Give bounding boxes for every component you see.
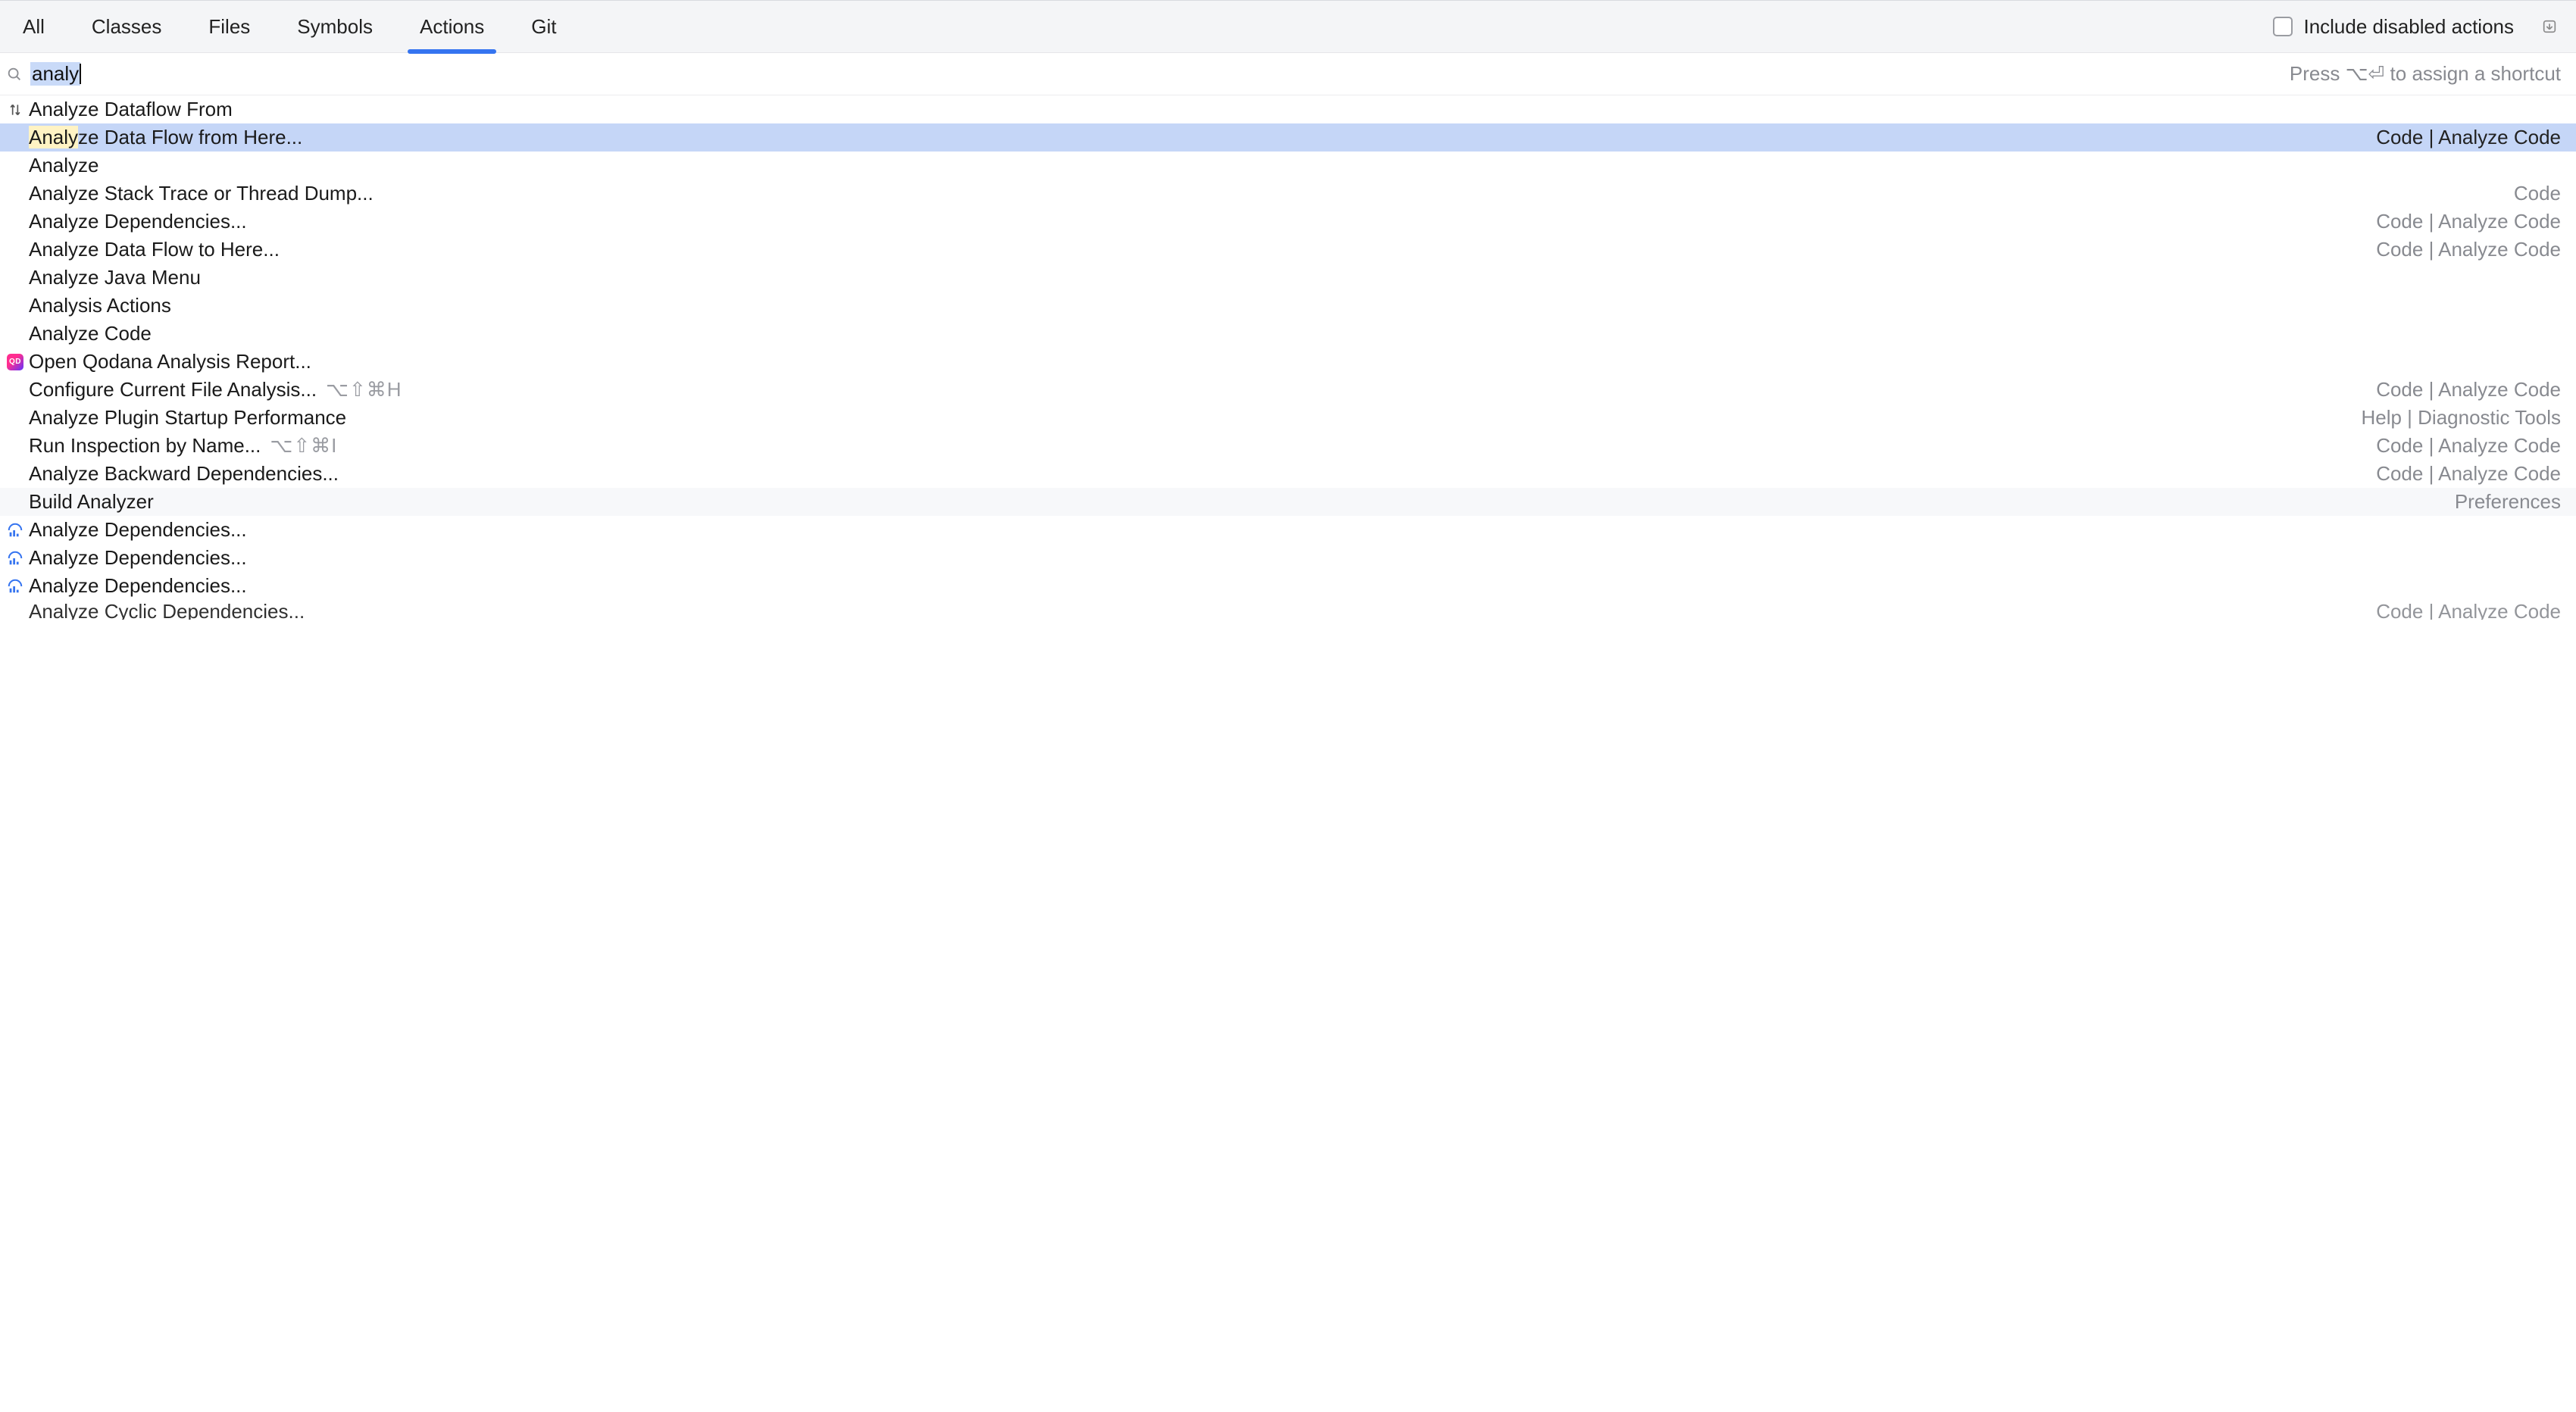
result-label: Analyze Dependencies... [29,210,247,233]
result-row[interactable]: Analyze Plugin Startup Performance Help |… [0,404,2576,432]
search-icon [6,66,23,83]
result-row[interactable]: Analyze Data Flow to Here... Code | Analy… [0,236,2576,264]
result-label: Analyze Plugin Startup Performance [29,406,346,430]
result-label: Analysis Actions [29,294,171,317]
result-label: Analyze Dependencies... [29,518,247,542]
result-path: Code | Analyze Code [2376,434,2561,458]
result-row[interactable]: Analyze Dataflow From [0,95,2576,123]
result-row[interactable]: Run Inspection by Name... ⌥⇧⌘I Code | Anal… [0,432,2576,460]
result-row[interactable]: Analyze [0,152,2576,180]
result-row[interactable]: Analyze Dependencies... Code | Analyze Co… [0,208,2576,236]
result-row[interactable]: Analyze Java Menu [0,264,2576,292]
qodana-icon [6,353,24,371]
analyze-dependencies-icon [6,549,24,567]
result-path: Code | Analyze Code [2376,600,2561,620]
result-label: Analyze Dependencies... [29,574,247,598]
result-label: Build Analyzer [29,490,154,514]
include-disabled-label: Include disabled actions [2303,15,2514,39]
results-list: Analyze Dataflow FromAnalyze Data Flow f… [0,95,2576,620]
result-path: Code [2514,182,2561,205]
result-label: Analyze Stack Trace or Thread Dump... [29,182,374,205]
result-path: Help | Diagnostic Tools [2361,406,2561,430]
assign-shortcut-hint: Press ⌥⏎ to assign a shortcut [2290,62,2561,86]
result-label: Analyze Backward Dependencies... [29,462,339,486]
result-label: Configure Current File Analysis... [29,378,317,401]
result-row[interactable]: Analyze Backward Dependencies... Code | A… [0,460,2576,488]
include-disabled-checkbox[interactable] [2273,17,2293,36]
result-label: Analyze Data Flow to Here... [29,238,280,261]
result-path: Code | Analyze Code [2376,462,2561,486]
result-shortcut: ⌥⇧⌘I [270,434,337,458]
result-label: Analyze Dataflow From [29,98,233,121]
result-path: Code | Analyze Code [2376,210,2561,233]
result-path: Code | Analyze Code [2376,238,2561,261]
result-label: Analyze Dependencies... [29,546,247,570]
result-label: Run Inspection by Name... [29,434,261,458]
result-label: Open Qodana Analysis Report... [29,350,311,373]
sort-icon [6,101,24,119]
match-highlight: Analy [29,126,78,148]
result-row[interactable]: Analyze Data Flow from Here... Code | Ana… [0,123,2576,152]
result-row[interactable]: Analysis Actions [0,292,2576,320]
analyze-dependencies-icon [6,521,24,539]
search-input[interactable]: analy [30,62,2290,86]
result-path: Preferences [2455,490,2561,514]
result-row[interactable]: Analyze Dependencies... [0,516,2576,544]
result-path: Code | Analyze Code [2376,378,2561,401]
search-row: analy Press ⌥⏎ to assign a shortcut [0,53,2576,95]
result-row[interactable]: Open Qodana Analysis Report... [0,348,2576,376]
result-row[interactable]: Analyze Dependencies... [0,544,2576,572]
result-label: Analyze [29,154,99,177]
tab-bar: All Classes Files Symbols Actions Git In… [0,0,2576,53]
result-row[interactable]: Build Analyzer Preferences [0,488,2576,516]
result-row[interactable]: Analyze Dependencies... [0,572,2576,600]
result-label: Analyze Data Flow from Here... [29,126,302,149]
pin-icon[interactable] [2538,15,2561,38]
result-path: Code | Analyze Code [2376,126,2561,149]
result-label: Analyze Cyclic Dependencies... [29,600,305,620]
result-row[interactable]: Analyze Stack Trace or Thread Dump... Cod… [0,180,2576,208]
tab-classes[interactable]: Classes [90,0,163,53]
search-value: analy [32,62,79,85]
analyze-dependencies-icon [6,577,24,595]
result-label: Analyze Java Menu [29,266,201,289]
result-shortcut: ⌥⇧⌘H [326,378,402,401]
result-row[interactable]: Configure Current File Analysis... ⌥⇧⌘H Co… [0,376,2576,404]
tab-all[interactable]: All [21,0,46,53]
tab-git[interactable]: Git [530,0,558,53]
tab-actions[interactable]: Actions [418,0,486,53]
tab-symbols[interactable]: Symbols [295,0,374,53]
result-label: Analyze Code [29,322,152,345]
result-row[interactable]: Analyze Code [0,320,2576,348]
tab-files[interactable]: Files [207,0,252,53]
result-row[interactable]: Analyze Cyclic Dependencies... Code | Ana… [0,600,2576,620]
toolbar-right: Include disabled actions [2273,15,2561,39]
